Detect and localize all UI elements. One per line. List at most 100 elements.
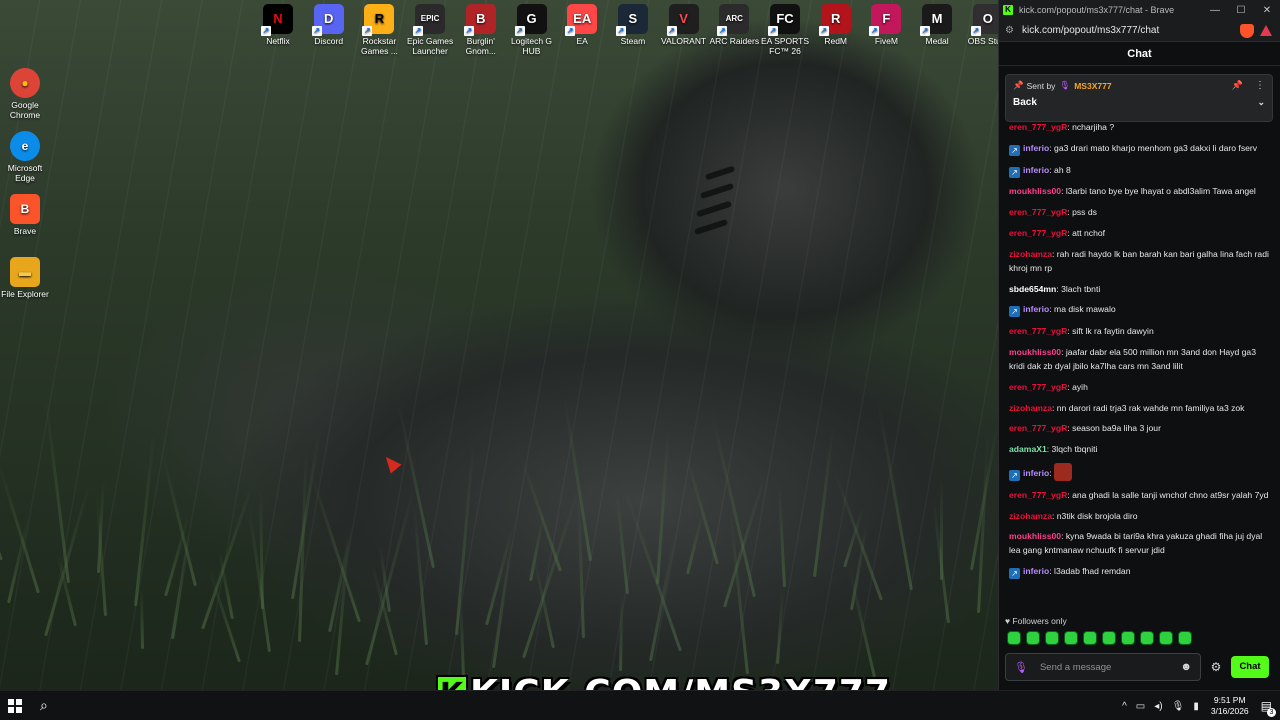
ea-icon: EA ↗ xyxy=(565,4,598,36)
chat-message[interactable]: ↗ inferio: xyxy=(1009,462,1271,481)
search-icon[interactable]: ⌕ xyxy=(40,697,48,714)
chat-username[interactable]: eren_777_ygR xyxy=(1009,326,1067,336)
chat-username[interactable]: eren_777_ygR xyxy=(1009,122,1067,132)
chat-username[interactable]: inferio xyxy=(1023,468,1049,478)
chat-message[interactable]: ↗ inferio: ah 8 xyxy=(1009,163,1271,178)
desktop-shortcut[interactable]: G ↗ Logitech G HUB xyxy=(504,4,560,56)
quick-emote-icon[interactable] xyxy=(1102,631,1116,645)
chat-input-placeholder[interactable]: Send a message xyxy=(1040,662,1180,673)
microphone-icon[interactable]: 🎙 xyxy=(1172,701,1185,712)
chat-input[interactable]: 🎙 Send a message ☻ xyxy=(1005,653,1201,681)
more-options-icon[interactable]: ⋮ xyxy=(1255,80,1265,91)
desktop-shortcut[interactable]: ● Google Chrome xyxy=(0,68,52,120)
chat-message[interactable]: ↗ inferio: ma disk mawalo xyxy=(1009,302,1271,318)
desktop-shortcut[interactable]: e Microsoft Edge xyxy=(0,131,52,183)
desktop-shortcut[interactable]: S ↗ Steam xyxy=(605,4,661,46)
chat-username[interactable]: moukhliss00 xyxy=(1009,347,1061,357)
send-chat-button[interactable]: Chat xyxy=(1231,656,1269,678)
volume-icon[interactable]: ◂) xyxy=(1154,701,1162,712)
quick-emote-icon[interactable] xyxy=(1083,631,1097,645)
quick-emote-icon[interactable] xyxy=(1045,631,1059,645)
chat-message[interactable]: adamaX1: 3lqch tbqniti xyxy=(1009,442,1271,456)
clock[interactable]: 9:51 PM 3/16/2026 xyxy=(1211,695,1249,717)
chat-settings-icon[interactable]: ⚙ xyxy=(1201,660,1231,674)
chat-message[interactable]: moukhliss00: l3arbi tano bye bye lhayat … xyxy=(1009,184,1271,198)
notification-center-icon[interactable]: ▤ 3 xyxy=(1261,699,1276,717)
chat-username[interactable]: moukhliss00 xyxy=(1009,186,1061,196)
chat-message[interactable]: moukhliss00: kyna 9wada bi tari9a khra y… xyxy=(1009,529,1271,557)
quick-emote-icon[interactable] xyxy=(1026,631,1040,645)
chat-username[interactable]: zizohamza xyxy=(1009,403,1052,413)
chat-username[interactable]: inferio xyxy=(1023,165,1049,175)
chat-message[interactable]: ↗ inferio: ga3 drari mato kharjo menhom g… xyxy=(1009,141,1271,156)
chat-message[interactable]: zizohamza: n3tik disk brojola diro xyxy=(1009,509,1271,523)
subscriber-badge-icon: ↗ xyxy=(1009,568,1020,580)
quick-emote-icon[interactable] xyxy=(1159,631,1173,645)
desktop-shortcut[interactable]: D ↗ Discord xyxy=(301,4,357,46)
chat-message[interactable]: zizohamza: nn darori radi trja3 rak wahd… xyxy=(1009,401,1271,415)
chat-message[interactable]: moukhliss00: jaafar dabr ela 500 million… xyxy=(1009,345,1271,373)
chat-username[interactable]: eren_777_ygR xyxy=(1009,382,1067,392)
desktop-shortcut[interactable]: FC ↗ EA SPORTS FC™ 26 xyxy=(757,4,813,56)
desktop-shortcut[interactable]: R ↗ Rockstar Games ... xyxy=(351,4,407,56)
desktop-shortcut[interactable]: ▬ File Explorer xyxy=(0,257,52,299)
close-button[interactable]: ✕ xyxy=(1254,5,1280,16)
maximize-button[interactable]: ☐ xyxy=(1228,5,1254,16)
brave-rewards-icon[interactable] xyxy=(1260,25,1272,36)
chat-username[interactable]: inferio xyxy=(1023,143,1049,153)
desktop-shortcut[interactable]: EPIC ↗ Epic Games Launcher xyxy=(402,4,458,56)
chat-username[interactable]: adamaX1 xyxy=(1009,444,1047,454)
shortcut-arrow-icon: ↗ xyxy=(768,26,778,36)
chat-message[interactable]: ↗ inferio: l3adab fhad remdan xyxy=(1009,564,1271,580)
quick-emote-icon[interactable] xyxy=(1064,631,1078,645)
chat-username[interactable]: eren_777_ygR xyxy=(1009,423,1067,433)
followers-only-notice: ♥ Followers only xyxy=(1005,616,1067,626)
chat-message[interactable]: eren_777_ygR: ayih xyxy=(1009,380,1271,394)
chat-message[interactable]: eren_777_ygR: att nchof xyxy=(1009,226,1271,240)
chat-message[interactable]: eren_777_ygR: season ba9a liha 3 jour xyxy=(1009,421,1271,435)
chat-username[interactable]: zizohamza xyxy=(1009,249,1052,259)
desktop-shortcut[interactable]: R ↗ RedM xyxy=(808,4,864,46)
chat-message[interactable]: eren_777_ygR: sift lk ra faytin dawyin xyxy=(1009,324,1271,338)
chat-username[interactable]: inferio xyxy=(1023,304,1049,314)
chat-username[interactable]: zizohamza xyxy=(1009,511,1052,521)
brave-shields-icon[interactable] xyxy=(1240,23,1254,38)
site-settings-icon[interactable]: ⚙ xyxy=(1005,25,1014,36)
desktop-shortcut[interactable]: F ↗ FiveM xyxy=(858,4,914,46)
chat-username[interactable]: sbde654mn xyxy=(1009,284,1056,294)
desktop-shortcut[interactable]: V ↗ VALORANT xyxy=(656,4,712,46)
windows-start-icon[interactable] xyxy=(8,699,22,713)
minimize-button[interactable]: — xyxy=(1202,5,1228,16)
chat-username[interactable]: inferio xyxy=(1023,566,1049,576)
url-text[interactable]: kick.com/popout/ms3x777/chat xyxy=(1022,25,1240,36)
chat-message[interactable]: eren_777_ygR: ana ghadi la salle tanji w… xyxy=(1009,488,1271,502)
unpin-icon[interactable]: 📌 xyxy=(1232,80,1243,91)
emoji-picker-icon[interactable]: ☻ xyxy=(1180,661,1192,673)
chat-username[interactable]: eren_777_ygR xyxy=(1009,228,1067,238)
desktop-shortcut[interactable]: B Brave xyxy=(0,194,52,236)
chat-message[interactable]: eren_777_ygR: pss ds xyxy=(1009,205,1271,219)
desktop-shortcut[interactable]: EA ↗ EA xyxy=(554,4,610,46)
chevron-down-icon[interactable]: ⌄ xyxy=(1257,97,1265,108)
quick-emote-icon[interactable] xyxy=(1140,631,1154,645)
desktop-shortcut[interactable]: ARC ↗ ARC Raiders xyxy=(706,4,762,46)
chat-username[interactable]: moukhliss00 xyxy=(1009,531,1061,541)
chat-username[interactable]: eren_777_ygR xyxy=(1009,490,1067,500)
desktop-shortcut[interactable]: B ↗ Burglin' Gnom... xyxy=(453,4,509,56)
quick-emote-icon[interactable] xyxy=(1178,631,1192,645)
quick-emote-icon[interactable] xyxy=(1007,631,1021,645)
chat-message[interactable]: sbde654mn: 3lach tbnti xyxy=(1009,282,1271,296)
network-icon[interactable]: ▭ xyxy=(1136,701,1145,712)
pinned-message[interactable]: 📌 Sent by 🎙 MS3X777 📌 ⋮ Back ⌄ xyxy=(1005,74,1273,122)
chat-message[interactable]: eren_777_ygR: ncharjiha ? xyxy=(1009,120,1271,134)
address-bar[interactable]: ⚙ kick.com/popout/ms3x777/chat xyxy=(999,20,1280,42)
desktop-shortcut[interactable]: M ↗ Medal xyxy=(909,4,965,46)
chevron-up-icon[interactable]: ^ xyxy=(1122,701,1127,712)
quick-emote-icon[interactable] xyxy=(1121,631,1135,645)
window-titlebar[interactable]: K kick.com/popout/ms3x777/chat - Brave —… xyxy=(999,0,1280,20)
chat-username[interactable]: eren_777_ygR xyxy=(1009,207,1067,217)
desktop-shortcut[interactable]: N ↗ Netflix xyxy=(250,4,306,46)
chat-message[interactable]: zizohamza: rah radi haydo lk ban barah k… xyxy=(1009,247,1271,275)
pinned-sender[interactable]: MS3X777 xyxy=(1074,81,1111,91)
battery-icon[interactable]: ▮ xyxy=(1193,701,1199,712)
